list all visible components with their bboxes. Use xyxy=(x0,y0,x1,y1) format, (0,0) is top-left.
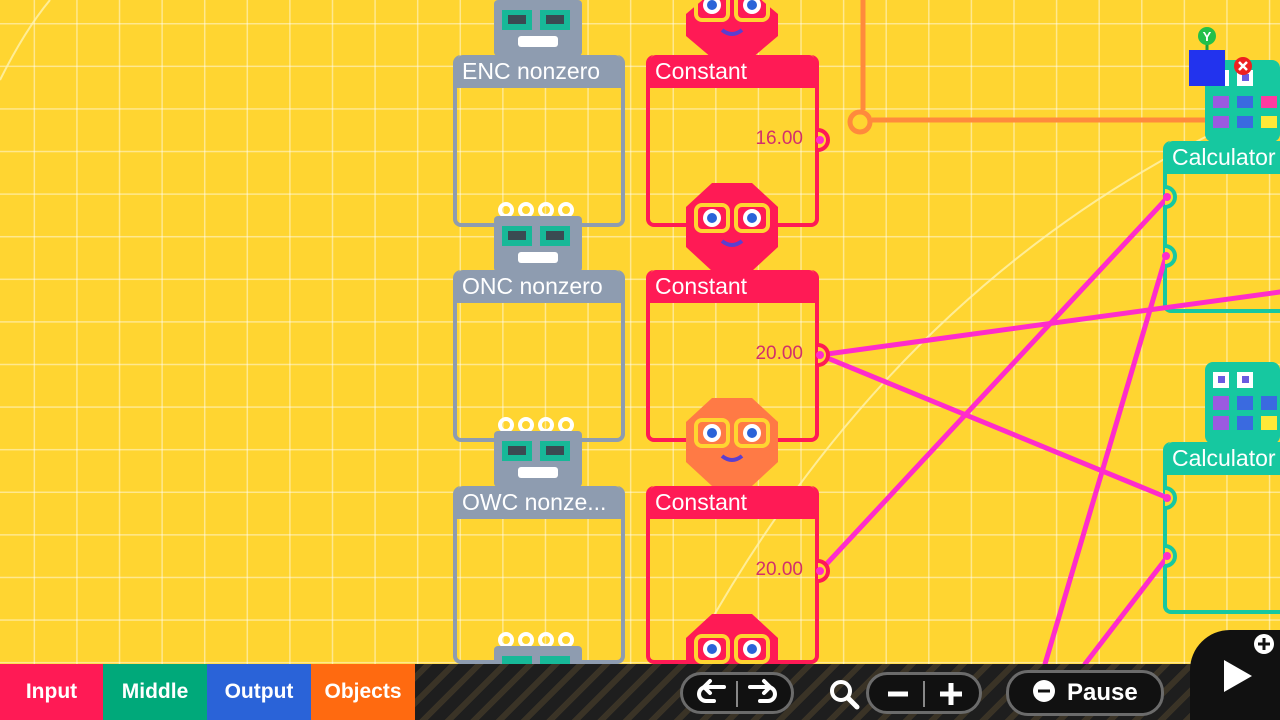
zoom-controls xyxy=(866,672,982,714)
bottom-toolbar: Input Middle Output Objects Pause xyxy=(0,664,1280,720)
port-dot xyxy=(816,351,824,359)
wire[interactable] xyxy=(1082,553,1171,667)
tab-middle[interactable]: Middle xyxy=(103,664,207,720)
zoom-icon xyxy=(830,680,860,710)
redo-icon[interactable] xyxy=(748,679,777,703)
pause-icon xyxy=(1033,680,1055,702)
pause-button[interactable]: Pause xyxy=(1006,670,1164,716)
wire[interactable] xyxy=(817,194,1171,574)
play-button[interactable] xyxy=(1190,630,1280,720)
port-dot xyxy=(1163,552,1171,560)
y-axis-label: Y xyxy=(1203,29,1212,44)
port-dot xyxy=(1163,193,1171,201)
wires-layer xyxy=(816,128,1280,667)
zoom-in-icon[interactable] xyxy=(940,683,962,705)
axis-gizmo[interactable]: Y xyxy=(1180,24,1256,90)
tab-output[interactable]: Output xyxy=(207,664,311,720)
port-dot xyxy=(1163,494,1171,502)
undo-redo-group xyxy=(680,672,794,714)
undo-icon[interactable] xyxy=(697,679,726,703)
axis-cube xyxy=(1189,50,1225,86)
port-dot xyxy=(1162,252,1170,260)
port-dot xyxy=(816,136,824,144)
port-dot xyxy=(816,567,824,575)
tab-objects[interactable]: Objects xyxy=(311,664,415,720)
tab-input[interactable]: Input xyxy=(0,664,103,720)
pause-label: Pause xyxy=(1067,679,1138,706)
add-icon[interactable] xyxy=(1254,634,1274,654)
